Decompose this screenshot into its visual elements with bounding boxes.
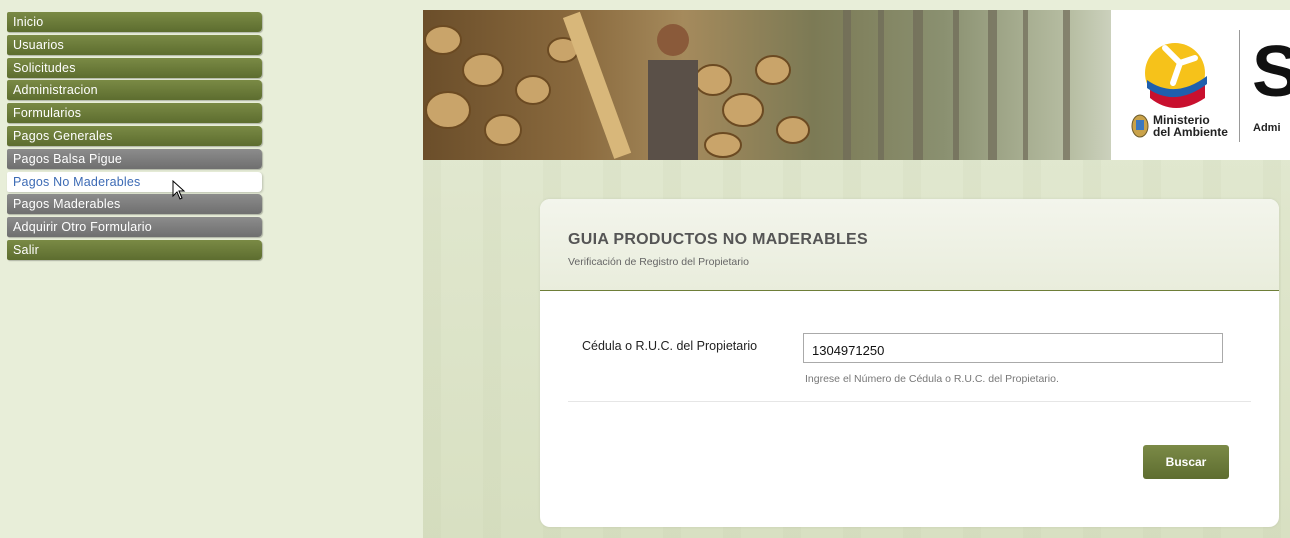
- form-divider: [568, 401, 1251, 402]
- logo-divider: [1239, 30, 1240, 142]
- sidebar-nav: Inicio Usuarios Solicitudes Administraci…: [7, 12, 262, 263]
- panel-title: GUIA PRODUCTOS NO MADERABLES: [568, 231, 868, 248]
- ministry-logo-icon: [1145, 43, 1207, 108]
- mouse-cursor-icon: [172, 180, 186, 200]
- sidebar-item-pagos-no-maderables[interactable]: Pagos No Maderables: [7, 171, 262, 192]
- sidebar-item-usuarios[interactable]: Usuarios: [7, 34, 262, 55]
- sidebar-item-adquirir-otro-formulario[interactable]: Adquirir Otro Formulario: [7, 217, 262, 238]
- header-banner: Ministerio del Ambiente S Admi: [423, 10, 1290, 160]
- ministry-name-line2: del Ambiente: [1153, 125, 1228, 139]
- sidebar-item-salir[interactable]: Salir: [7, 239, 262, 260]
- sidebar-item-pagos-maderables[interactable]: Pagos Maderables: [7, 194, 262, 215]
- partner-logo-letter: S: [1252, 32, 1290, 112]
- panel-subtitle: Verificación de Registro del Propietario: [568, 256, 749, 268]
- owner-id-input[interactable]: [803, 333, 1223, 363]
- sidebar-item-administracion[interactable]: Administracion: [7, 80, 262, 101]
- sidebar-item-inicio[interactable]: Inicio: [7, 12, 262, 32]
- ministry-logo-area: Ministerio del Ambiente S Admi: [1111, 10, 1290, 160]
- banner-photo: [424, 10, 1070, 160]
- owner-id-help-text: Ingrese el Número de Cédula o R.U.C. del…: [805, 373, 1059, 385]
- sidebar-item-pagos-balsa-pigue[interactable]: Pagos Balsa Pigue: [7, 148, 262, 169]
- search-button[interactable]: Buscar: [1143, 445, 1229, 479]
- sidebar-item-solicitudes[interactable]: Solicitudes: [7, 57, 262, 78]
- ecuador-coat-of-arms-icon: [1131, 114, 1149, 138]
- owner-id-label: Cédula o R.U.C. del Propietario: [582, 339, 758, 353]
- sidebar-item-formularios[interactable]: Formularios: [7, 103, 262, 124]
- partner-logo-text: Admi: [1253, 122, 1281, 134]
- sidebar-item-pagos-generales[interactable]: Pagos Generales: [7, 125, 262, 146]
- search-form-panel: GUIA PRODUCTOS NO MADERABLES Verificació…: [540, 199, 1279, 527]
